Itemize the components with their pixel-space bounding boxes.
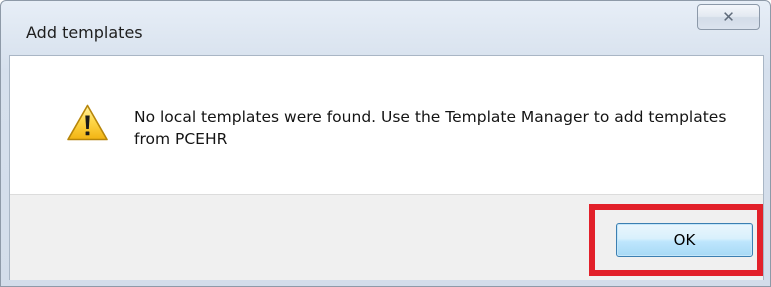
ok-button[interactable]: OK xyxy=(616,223,753,257)
dialog-body: No local templates were found. Use the T… xyxy=(9,55,764,280)
warning-icon xyxy=(67,104,108,141)
message-text: No local templates were found. Use the T… xyxy=(134,108,727,148)
close-icon: ✕ xyxy=(722,7,735,26)
button-bar: OK xyxy=(10,194,763,280)
dialog-window: Add templates ✕ No local templates were … xyxy=(0,0,771,287)
message-area: No local templates were found. Use the T… xyxy=(10,56,763,194)
close-button[interactable]: ✕ xyxy=(697,4,760,30)
window-title: Add templates xyxy=(26,23,143,42)
